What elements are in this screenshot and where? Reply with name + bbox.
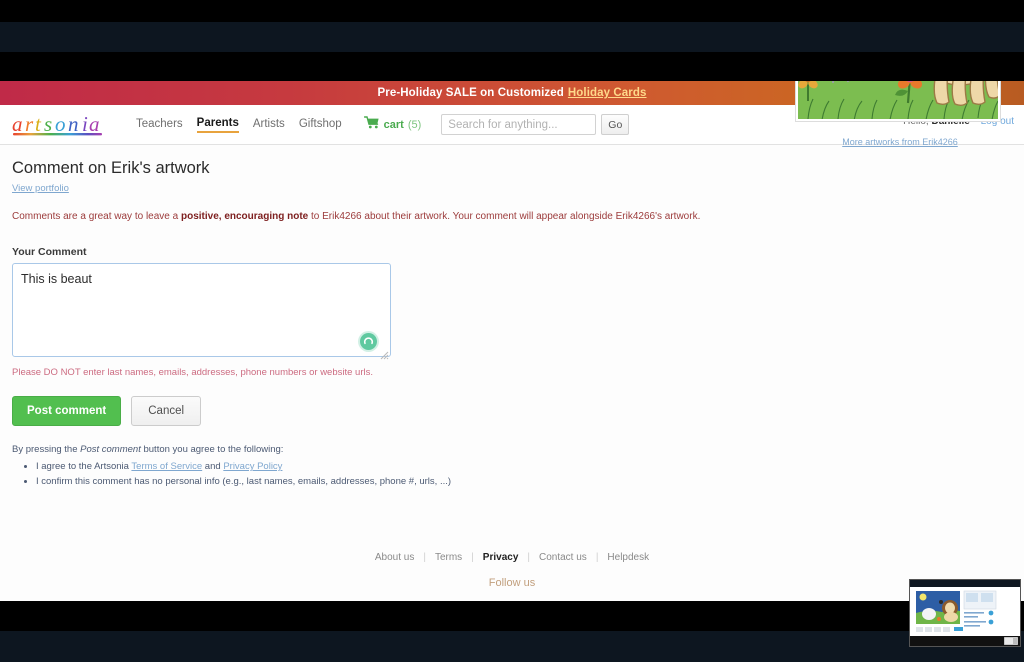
footer-link-privacy[interactable]: Privacy bbox=[483, 552, 519, 563]
page-content: Comment on Erik's artwork View portfolio… bbox=[0, 81, 1024, 592]
footer-link-contact-us[interactable]: Contact us bbox=[539, 552, 587, 563]
search-area: Go bbox=[441, 114, 630, 135]
pip-content bbox=[910, 580, 1020, 646]
browser-window: Pre-Holiday SALE on Customized Holiday C… bbox=[0, 0, 1024, 662]
terms-of-service-link[interactable]: Terms of Service bbox=[131, 461, 202, 472]
form-action-buttons: Post comment Cancel bbox=[12, 396, 1012, 426]
intro-text-emphasis: positive, encouraging note bbox=[180, 211, 309, 222]
agreement-item-text: I agree to the Artsonia bbox=[36, 461, 132, 472]
agreement-item-text: I confirm this comment has no personal i… bbox=[36, 476, 452, 487]
svg-text:t: t bbox=[35, 112, 42, 136]
privacy-warning-text: Please DO NOT enter last names, emails, … bbox=[12, 367, 373, 378]
browser-status-band bbox=[0, 631, 1024, 662]
svg-text:n: n bbox=[68, 112, 79, 136]
comment-textarea-wrapper bbox=[12, 263, 391, 362]
nav-item-parents[interactable]: Parents bbox=[196, 117, 239, 133]
agreement-list: I agree to the Artsonia Terms of Service… bbox=[12, 461, 1012, 487]
footer-separator: | bbox=[595, 552, 599, 563]
svg-text:r: r bbox=[25, 112, 34, 136]
footer-link-helpdesk[interactable]: Helpdesk bbox=[607, 552, 649, 563]
textarea-resize-handle[interactable] bbox=[380, 351, 389, 360]
svg-text:i: i bbox=[82, 112, 88, 136]
artwork-image[interactable] bbox=[795, 81, 1001, 122]
browser-chrome-divider bbox=[0, 52, 1024, 81]
cart-label: cart bbox=[383, 118, 404, 131]
footer-separator: | bbox=[423, 552, 426, 563]
footer-separator: | bbox=[471, 552, 474, 563]
post-comment-button[interactable]: Post comment bbox=[12, 396, 122, 426]
follow-us-label: Follow us bbox=[488, 577, 536, 589]
pip-control-icon bbox=[1004, 637, 1018, 645]
intro-text-part1: Comments are a great way to leave a bbox=[12, 211, 181, 222]
footer-link-terms[interactable]: Terms bbox=[435, 552, 462, 563]
main-navigation: Teachers Parents Artists Giftshop bbox=[136, 117, 342, 133]
view-portfolio-link[interactable]: View portfolio bbox=[12, 183, 69, 194]
agreement-item-mid: and bbox=[202, 461, 224, 472]
agreement-item: I confirm this comment has no personal i… bbox=[36, 476, 1012, 487]
intro-text: Comments are a great way to leave a posi… bbox=[12, 211, 1012, 222]
svg-text:s: s bbox=[44, 112, 52, 136]
agreement-intro-b: button you agree to the following: bbox=[140, 444, 284, 455]
agreement-intro: By pressing the Post comment button you … bbox=[12, 444, 1012, 455]
svg-text:a: a bbox=[12, 112, 23, 136]
more-artworks-link[interactable]: More artworks from Erik4266 bbox=[842, 137, 958, 147]
browser-chrome-top bbox=[0, 0, 1024, 22]
browser-chrome-bottom bbox=[0, 601, 1024, 631]
nav-item-giftshop[interactable]: Giftshop bbox=[299, 118, 342, 132]
grammar-check-icon[interactable] bbox=[360, 333, 377, 350]
site-footer: About us | Terms | Privacy | Contact us … bbox=[0, 552, 1024, 601]
artsonia-logo[interactable]: a r t s o n i a bbox=[10, 111, 118, 139]
shopping-cart-icon bbox=[363, 115, 380, 134]
search-go-button[interactable]: Go bbox=[601, 114, 630, 135]
promo-banner-link[interactable]: Holiday Cards bbox=[568, 87, 647, 99]
svg-text:a: a bbox=[89, 112, 100, 136]
nav-item-teachers[interactable]: Teachers bbox=[136, 118, 183, 132]
agreement-item: I agree to the Artsonia Terms of Service… bbox=[36, 461, 1012, 472]
footer-separator: | bbox=[527, 552, 530, 563]
browser-toolbar-band bbox=[0, 22, 1024, 52]
cart-count: (5) bbox=[407, 118, 422, 131]
artwork-panel: More artworks from Erik4266 bbox=[795, 81, 1004, 150]
picture-in-picture-thumbnail[interactable] bbox=[909, 579, 1021, 647]
web-page-viewport: Pre-Holiday SALE on Customized Holiday C… bbox=[0, 81, 1024, 601]
footer-link-about-us[interactable]: About us bbox=[375, 552, 414, 563]
privacy-policy-link[interactable]: Privacy Policy bbox=[223, 461, 282, 472]
footer-links: About us | Terms | Privacy | Contact us … bbox=[0, 552, 1024, 563]
intro-text-part2: to Erik4266 about their artwork. Your co… bbox=[308, 211, 701, 222]
svg-text:o: o bbox=[55, 112, 66, 136]
comment-field-label: Your Comment bbox=[12, 246, 87, 258]
nav-item-artists[interactable]: Artists bbox=[253, 118, 285, 132]
agreement-intro-emphasis: Post comment bbox=[80, 444, 141, 455]
cart-button[interactable]: cart (5) bbox=[363, 115, 422, 134]
search-input[interactable] bbox=[441, 114, 597, 135]
comment-textarea[interactable] bbox=[12, 263, 391, 357]
agreement-intro-a: By pressing the bbox=[12, 444, 81, 455]
cancel-button[interactable]: Cancel bbox=[131, 396, 202, 426]
promo-banner-text: Pre-Holiday SALE on Customized bbox=[377, 87, 564, 99]
content-inner: Comment on Erik's artwork View portfolio… bbox=[12, 81, 1012, 487]
